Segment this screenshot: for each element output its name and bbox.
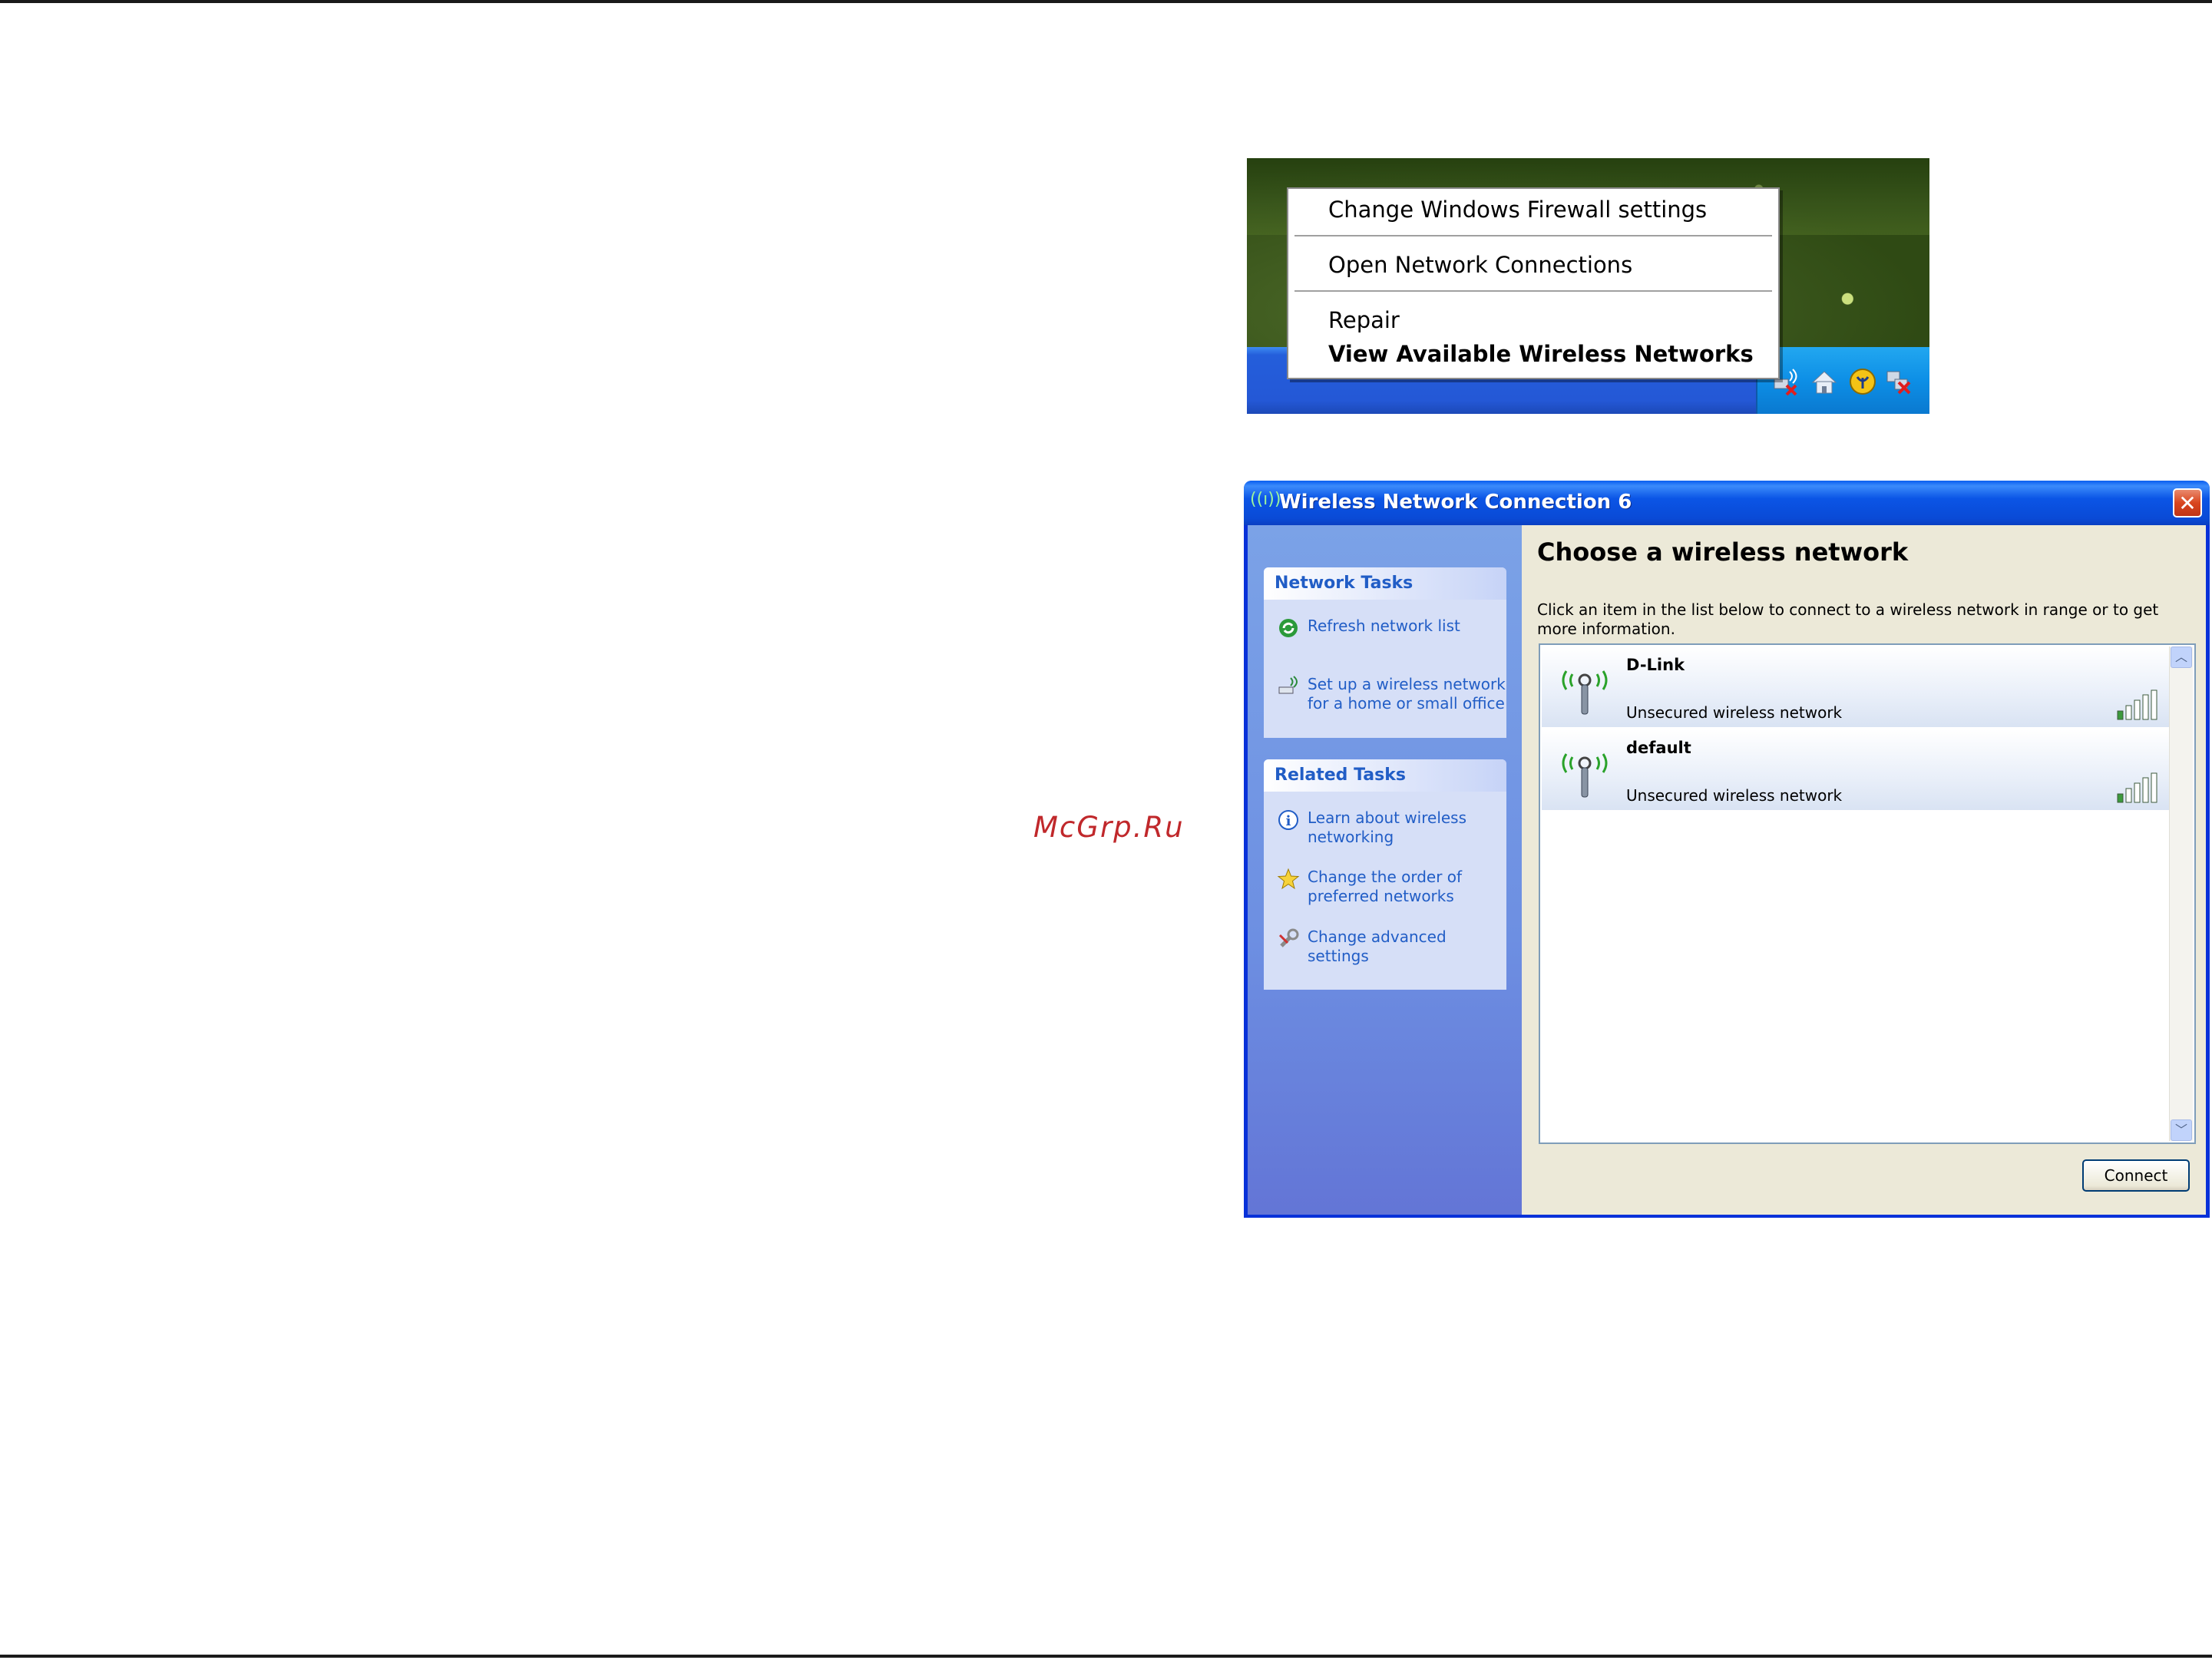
network-name: D-Link (1626, 656, 1685, 674)
connect-button[interactable]: Connect (2082, 1159, 2190, 1192)
page-title: Choose a wireless network (1537, 537, 1909, 567)
system-tray (1756, 347, 1929, 414)
signal-strength-icon (2116, 772, 2162, 803)
list-item[interactable]: D-Link Unsecured wireless network (1542, 646, 2170, 727)
scroll-up-button[interactable]: ︿ (2171, 646, 2192, 668)
wireless-antenna-icon (1554, 657, 1615, 719)
list-scrollbar[interactable]: ︿ ﹀ (2169, 646, 2193, 1141)
setup-wireless-icon (1277, 675, 1300, 698)
menu-separator (1294, 235, 1772, 237)
related-tasks-header[interactable]: Related Tasks (1264, 759, 1506, 792)
dialog-title: Wireless Network Connection 6 (1279, 491, 1632, 514)
network-error-icon[interactable] (1885, 367, 1914, 396)
task-sidebar: Network Tasks Refresh network list Set u… (1248, 525, 1522, 1215)
list-item[interactable]: default Unsecured wireless network (1542, 729, 2170, 810)
tray-context-menu: Change Windows Firewall settings Open Ne… (1287, 187, 1780, 379)
wireless-icon: ((ı)) (1250, 490, 1281, 509)
top-rule (0, 0, 2212, 3)
close-icon: ✕ (2178, 491, 2197, 516)
menu-item-view-wireless-networks[interactable]: View Available Wireless Networks (1328, 341, 1754, 367)
menu-item-firewall-settings[interactable]: Change Windows Firewall settings (1328, 197, 1707, 223)
refresh-icon (1277, 617, 1300, 640)
svg-text:i: i (1286, 813, 1291, 829)
settings-icon (1277, 928, 1300, 951)
close-button[interactable]: ✕ (2173, 488, 2202, 518)
watermark-text: McGrp.Ru (1033, 811, 1185, 844)
instructions-text: Click an item in the list below to conne… (1537, 600, 2159, 638)
chevron-down-icon: ﹀ (2174, 1123, 2187, 1137)
network-list: D-Link Unsecured wireless network defaul… (1539, 643, 2196, 1144)
menu-separator (1294, 290, 1772, 293)
star-icon (1277, 868, 1300, 891)
home-icon[interactable] (1810, 367, 1839, 396)
info-icon: i (1277, 809, 1300, 832)
network-security: Unsecured wireless network (1626, 786, 1843, 805)
scroll-down-button[interactable]: ﹀ (2171, 1119, 2192, 1141)
network-security: Unsecured wireless network (1626, 703, 1843, 722)
chevron-up-icon: ︿ (2174, 650, 2187, 664)
related-tasks-panel: Related Tasks i Learn about wireless net… (1264, 759, 1506, 990)
wireless-antenna-icon (1554, 740, 1615, 802)
title-bar: ((ı)) Wireless Network Connection 6 ✕ (1244, 481, 2210, 525)
bottom-rule (0, 1655, 2212, 1658)
content-pane: Choose a wireless network Click an item … (1522, 525, 2206, 1215)
network-tasks-panel: Network Tasks Refresh network list Set u… (1264, 567, 1506, 738)
security-center-icon[interactable] (1848, 367, 1877, 396)
menu-item-repair[interactable]: Repair (1328, 307, 1400, 333)
wireless-connection-dialog: ((ı)) Wireless Network Connection 6 ✕ Ne… (1244, 481, 2210, 1218)
menu-item-open-network-connections[interactable]: Open Network Connections (1328, 252, 1632, 278)
network-name: default (1626, 739, 1691, 757)
signal-strength-icon (2116, 689, 2162, 720)
network-tasks-header[interactable]: Network Tasks (1264, 567, 1506, 600)
tray-menu-screenshot: Change Windows Firewall settings Open Ne… (1247, 158, 1929, 414)
